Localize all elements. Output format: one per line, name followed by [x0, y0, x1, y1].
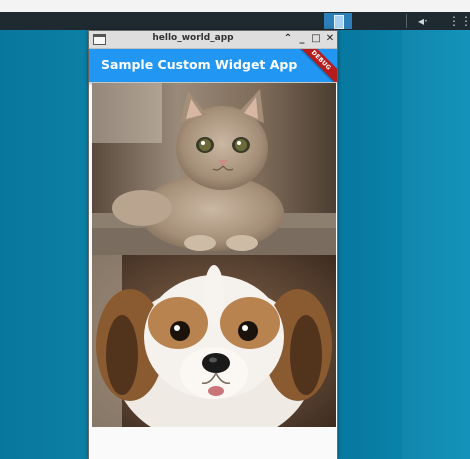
puppy-image: [92, 255, 336, 427]
app-bar-title: Sample Custom Widget App: [101, 57, 298, 72]
minimize-button[interactable]: _: [296, 32, 308, 46]
chevron-up-icon[interactable]: ⌃: [282, 32, 294, 46]
debug-banner: DEBUG: [293, 49, 337, 82]
app-window: hello_world_app ⌃ _ □ ✕ Sample Custom Wi…: [88, 30, 338, 459]
maximize-button[interactable]: □: [310, 32, 322, 46]
desktop-background-left: [0, 30, 88, 459]
volume-icon[interactable]: ◂·: [418, 13, 428, 29]
app-bar: Sample Custom Widget App DEBUG: [89, 49, 337, 82]
desktop-background-right: [402, 30, 470, 459]
tray-divider: [406, 14, 407, 28]
window-titlebar[interactable]: hello_world_app ⌃ _ □ ✕: [89, 31, 337, 49]
content-empty-area: [89, 427, 337, 459]
window-title: hello_world_app: [152, 33, 234, 43]
close-button[interactable]: ✕: [324, 32, 336, 46]
network-icon[interactable]: ⋮⋮: [448, 13, 470, 29]
kitten-image: [92, 83, 336, 255]
taskbar: [0, 12, 470, 30]
taskbar-active-window-button[interactable]: [324, 13, 352, 29]
